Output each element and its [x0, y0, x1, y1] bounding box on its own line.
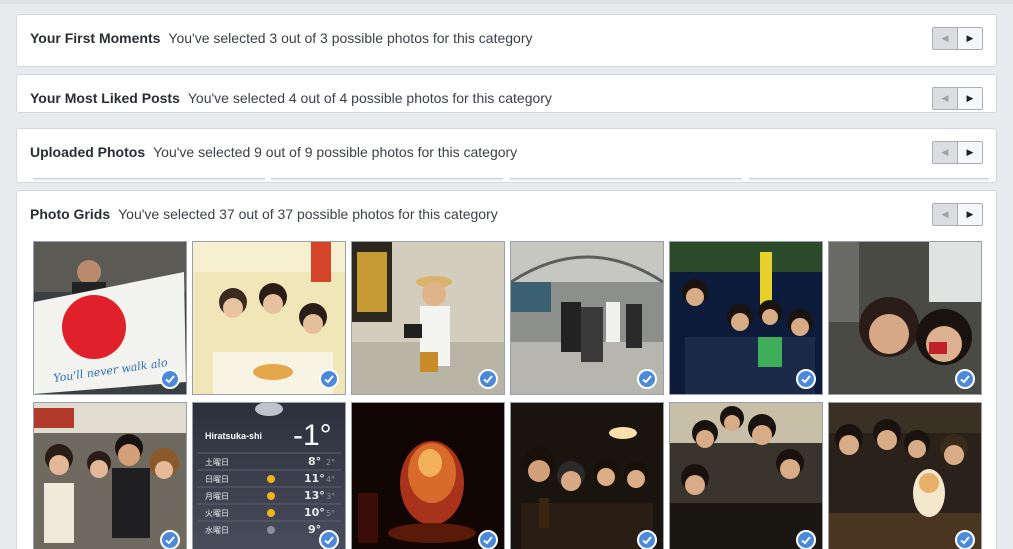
triangle-right-icon: ▶: [966, 147, 974, 157]
category-description: You've selected 37 out of 37 possible ph…: [118, 206, 498, 222]
photo-tile[interactable]: [510, 402, 664, 549]
prev-button[interactable]: ◀: [933, 204, 958, 225]
category-title: Your First Moments: [30, 30, 161, 46]
photo-strip-edge: [33, 178, 265, 181]
photo-tile[interactable]: [351, 241, 505, 395]
weather-day: 水曜日: [205, 525, 229, 535]
photo-tile[interactable]: [351, 402, 505, 549]
carousel-nav: ◀ ▶: [932, 87, 983, 110]
photo-tile[interactable]: [828, 402, 982, 549]
triangle-right-icon: ▶: [966, 33, 974, 43]
selected-check-icon[interactable]: [319, 530, 339, 549]
photo-tile[interactable]: [192, 241, 346, 395]
next-button[interactable]: ▶: [958, 28, 982, 49]
category-description: You've selected 3 out of 3 possible phot…: [168, 30, 533, 46]
weather-hi: 11°: [304, 472, 325, 485]
selected-check-icon[interactable]: [319, 369, 339, 389]
carousel-nav: ◀ ▶: [932, 203, 983, 226]
next-button[interactable]: ▶: [958, 142, 982, 163]
photo-street-group: [34, 403, 186, 549]
photo-strip-edge: [271, 178, 503, 181]
photo-tile[interactable]: [669, 402, 823, 549]
photo-tile[interactable]: [33, 402, 187, 549]
weather-day: 土曜日: [205, 457, 229, 467]
triangle-right-icon: ▶: [966, 93, 974, 103]
category-title: Your Most Liked Posts: [30, 90, 180, 106]
triangle-left-icon: ◀: [941, 33, 949, 43]
next-button[interactable]: ▶: [958, 88, 982, 109]
selected-check-icon[interactable]: [955, 530, 975, 549]
selected-check-icon[interactable]: [478, 369, 498, 389]
photo-tile[interactable]: [669, 241, 823, 395]
photo-restaurant-group: [670, 403, 822, 549]
weather-lo: 5°: [326, 509, 335, 518]
weather-lo: 3°: [326, 492, 335, 501]
selected-check-icon[interactable]: [637, 530, 657, 549]
category-uploaded-photos: Uploaded Photos You've selected 9 out of…: [16, 128, 997, 183]
carousel-nav: ◀ ▶: [932, 27, 983, 50]
photo-dessert: [352, 403, 504, 549]
photo-tile[interactable]: You'll never walk alo: [33, 241, 187, 395]
category-title: Uploaded Photos: [30, 144, 146, 160]
selected-check-icon[interactable]: [796, 369, 816, 389]
selected-check-icon[interactable]: [160, 530, 180, 549]
weather-city: Hiratsuka-shi: [205, 431, 262, 441]
selected-check-icon[interactable]: [637, 369, 657, 389]
weather-temp: -1°: [293, 419, 332, 452]
prev-button[interactable]: ◀: [933, 142, 958, 163]
photo-strip-edge: [510, 178, 742, 181]
weather-day: 日曜日: [205, 475, 229, 484]
photo-strip-edge: [749, 178, 989, 181]
next-button[interactable]: ▶: [958, 204, 982, 225]
category-first-moments: Your First Moments You've selected 3 out…: [16, 14, 997, 67]
selected-check-icon[interactable]: [160, 369, 180, 389]
prev-button[interactable]: ◀: [933, 88, 958, 109]
weather-hi: 9°: [308, 523, 321, 536]
photo-weather-widget: Hiratsuka-shi -1° 土曜日 8° 2° 日曜日 11° 4° 月…: [193, 403, 345, 549]
photo-tile[interactable]: [828, 241, 982, 395]
photo-tile[interactable]: Hiratsuka-shi -1° 土曜日 8° 2° 日曜日 11° 4° 月…: [192, 402, 346, 549]
weather-lo: 4°: [326, 475, 335, 484]
weather-day: 月曜日: [205, 492, 229, 501]
triangle-right-icon: ▶: [966, 209, 974, 219]
category-most-liked-posts: Your Most Liked Posts You've selected 4 …: [16, 74, 997, 113]
category-description: You've selected 4 out of 4 possible phot…: [187, 90, 552, 106]
triangle-left-icon: ◀: [941, 93, 949, 103]
carousel-nav: ◀ ▶: [932, 141, 983, 164]
top-divider: [0, 0, 1013, 4]
selected-check-icon[interactable]: [955, 369, 975, 389]
weather-hi: 13°: [304, 489, 325, 502]
photo-tile[interactable]: [510, 241, 664, 395]
weather-hi: 10°: [304, 506, 325, 519]
triangle-left-icon: ◀: [941, 147, 949, 157]
selected-check-icon[interactable]: [796, 530, 816, 549]
photo-dessert-group: [829, 403, 981, 549]
weather-hi: 8°: [308, 455, 321, 468]
selected-check-icon[interactable]: [478, 530, 498, 549]
category-photo-grids: Photo Grids You've selected 37 out of 37…: [16, 190, 997, 549]
photo-bar-group: [511, 403, 663, 549]
triangle-left-icon: ◀: [941, 209, 949, 219]
weather-day: 火曜日: [205, 509, 229, 518]
category-title: Photo Grids: [30, 206, 111, 222]
category-description: You've selected 9 out of 9 possible phot…: [153, 144, 518, 160]
weather-lo: 2°: [326, 458, 335, 467]
prev-button[interactable]: ◀: [933, 28, 958, 49]
